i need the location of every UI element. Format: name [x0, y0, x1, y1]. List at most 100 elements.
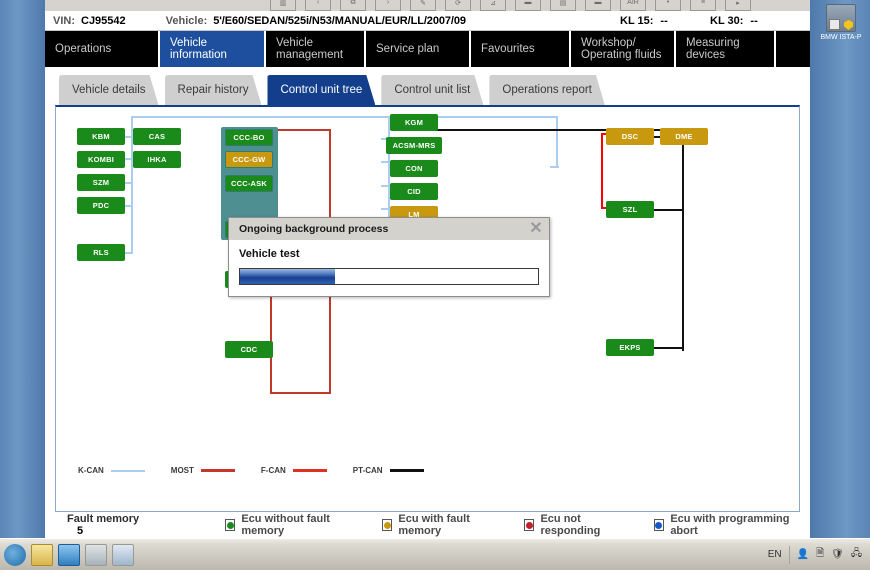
toolbar-button[interactable]: ⟳ — [445, 0, 471, 11]
tray-separator — [788, 545, 790, 564]
legend-state-programming-abort: Ecu with programming abort — [653, 513, 800, 537]
toolbar-button[interactable]: › — [375, 0, 401, 11]
toolbar-button[interactable]: ≡ — [690, 0, 716, 11]
ecu-node-rls[interactable]: RLS — [77, 244, 125, 261]
nav-item-measuring-devices[interactable]: Measuring devices — [676, 31, 776, 67]
nav-label: Vehicle management — [276, 36, 344, 62]
ecu-node-szl[interactable]: SZL — [606, 201, 654, 218]
ecu-node-con[interactable]: CON — [390, 160, 438, 177]
ecu-node-pdc[interactable]: PDC — [77, 197, 125, 214]
ecu-node-acsm-mrs[interactable]: ACSM-MRS — [386, 137, 442, 154]
folder-icon[interactable] — [31, 543, 53, 566]
ecu-label: SZL — [622, 205, 638, 214]
legend-state-label: Ecu with fault memory — [398, 513, 470, 537]
toolbar-button[interactable]: ✎ — [410, 0, 436, 11]
toolbar-button[interactable]: AIR — [620, 0, 646, 11]
tab-label: Control unit list — [394, 84, 471, 96]
bus-line-most — [270, 129, 331, 131]
media-player-icon[interactable] — [58, 543, 80, 566]
legend-state-label: Ecu without fault memory — [241, 513, 330, 537]
network-legend: K-CAN MOST F-CAN PT-CAN — [78, 466, 450, 475]
desktop-shortcut-bmw-ista-p[interactable]: BMW ISTA-P — [818, 4, 864, 52]
ecu-label: PDC — [92, 201, 110, 210]
ecu-label: CON — [405, 164, 423, 173]
ecu-node-ccc-ask[interactable]: CCC-ASK — [225, 175, 273, 192]
nav-item-operations[interactable]: Operations — [45, 31, 160, 67]
ecu-label: CCC-BO — [233, 133, 265, 142]
fault-memory-count: 5 — [77, 525, 84, 537]
kl30-status: KL 30: -- — [710, 15, 758, 27]
bus-stub-kcan — [381, 185, 390, 187]
tab-vehicle-details[interactable]: Vehicle details — [59, 75, 159, 105]
legend-box — [653, 519, 665, 531]
person-icon[interactable]: 👤 — [797, 549, 809, 560]
nav-item-vehicle-management[interactable]: Vehicle management — [266, 31, 366, 67]
toolbar-button[interactable]: ⊿ — [480, 0, 506, 11]
toolbar-button[interactable]: ▬ — [515, 0, 541, 11]
nav-label: Favourites — [481, 42, 535, 55]
close-icon[interactable]: ✕ — [527, 220, 545, 238]
ecu-node-kombi[interactable]: KOMBI — [77, 151, 125, 168]
ecu-label: CAS — [148, 132, 166, 141]
ecu-node-ekps[interactable]: EKPS — [606, 339, 654, 356]
toolbar-button[interactable]: ▤ — [550, 0, 576, 11]
toolbar-button[interactable]: ▬ — [585, 0, 611, 11]
bus-line-kcan — [131, 116, 558, 118]
nav-item-service-plan[interactable]: Service plan — [366, 31, 471, 67]
ecu-node-kgm[interactable]: KGM — [390, 114, 438, 131]
main-navigation: Operations Vehicle information Vehicle m… — [45, 31, 810, 67]
tab-label: Vehicle details — [72, 84, 146, 96]
toolbar-button[interactable]: ⧉ — [340, 0, 366, 11]
vin-value: CJ95542 — [81, 14, 126, 27]
ecu-node-dsc[interactable]: DSC — [606, 128, 654, 145]
bus-stub-ptcan — [654, 209, 682, 211]
top-toolbar: ▥ ‹ ⧉ › ✎ ⟳ ⊿ ▬ ▤ ▬ AIR • ≡ ▸ — [45, 0, 810, 11]
legend-dot-blue — [655, 521, 663, 529]
legend-network-name: F-CAN — [260, 466, 286, 475]
ecu-node-ihka[interactable]: IHKA — [133, 151, 181, 168]
dialog-body: Vehicle test — [229, 240, 549, 285]
bus-line-most — [270, 392, 331, 394]
tab-operations-report[interactable]: Operations report — [489, 75, 605, 105]
legend-swatch-fcan — [292, 469, 327, 472]
ecu-label: EKPS — [619, 343, 641, 352]
dialog-title-bar: Ongoing background process ✕ — [229, 218, 549, 240]
legend-network-fcan: F-CAN — [261, 466, 327, 475]
shield-warning-icon[interactable]: 🛡 — [831, 549, 844, 560]
toolbar-button[interactable]: ‹ — [305, 0, 331, 11]
bus-line-fcan — [601, 133, 603, 209]
toolbar-button[interactable]: • — [655, 0, 681, 11]
bus-stub-kcan — [381, 161, 390, 163]
ista-icon[interactable] — [85, 543, 107, 566]
ecu-node-cdc[interactable]: CDC — [225, 341, 273, 358]
show-desktop-icon[interactable] — [4, 543, 26, 566]
tab-control-unit-list[interactable]: Control unit list — [381, 75, 483, 105]
ecu-node-kbm[interactable]: KBM — [77, 128, 125, 145]
language-indicator[interactable]: EN — [768, 549, 782, 560]
ecu-node-ccc-gw[interactable]: CCC-GW — [225, 151, 273, 168]
ecu-label: KOMBI — [88, 155, 114, 164]
clipboard-icon[interactable]: 🗎 — [816, 546, 824, 563]
ecu-node-cid[interactable]: CID — [390, 183, 438, 200]
system-tray: EN 👤 🗎 🛡 🖧 — [768, 545, 870, 564]
tab-control-unit-tree[interactable]: Control unit tree — [267, 75, 375, 105]
ecu-node-ccc-bo[interactable]: CCC-BO — [225, 129, 273, 146]
legend-network-name: PT-CAN — [352, 466, 383, 475]
paint-icon[interactable] — [112, 543, 134, 566]
nav-item-favourites[interactable]: Favourites — [471, 31, 571, 67]
toolbar-button[interactable]: ▥ — [270, 0, 296, 11]
ecu-node-cas[interactable]: CAS — [133, 128, 181, 145]
nav-item-workshop-operating-fluids[interactable]: Workshop/ Operating fluids — [571, 31, 676, 67]
ecu-label: DME — [675, 132, 693, 141]
legend-dot-amber — [383, 521, 391, 529]
ecu-node-szm[interactable]: SZM — [77, 174, 125, 191]
ecu-label: CID — [407, 187, 421, 196]
ecu-node-dme[interactable]: DME — [660, 128, 708, 145]
nav-item-vehicle-information[interactable]: Vehicle information — [160, 31, 266, 67]
vehicle-label: Vehicle: — [165, 14, 208, 27]
toolbar-button[interactable]: ▸ — [725, 0, 751, 11]
tab-repair-history[interactable]: Repair history — [165, 75, 262, 105]
network-icon[interactable]: 🖧 — [851, 546, 862, 563]
shortcut-label: BMW ISTA-P — [820, 34, 862, 41]
tab-label: Repair history — [177, 84, 249, 96]
